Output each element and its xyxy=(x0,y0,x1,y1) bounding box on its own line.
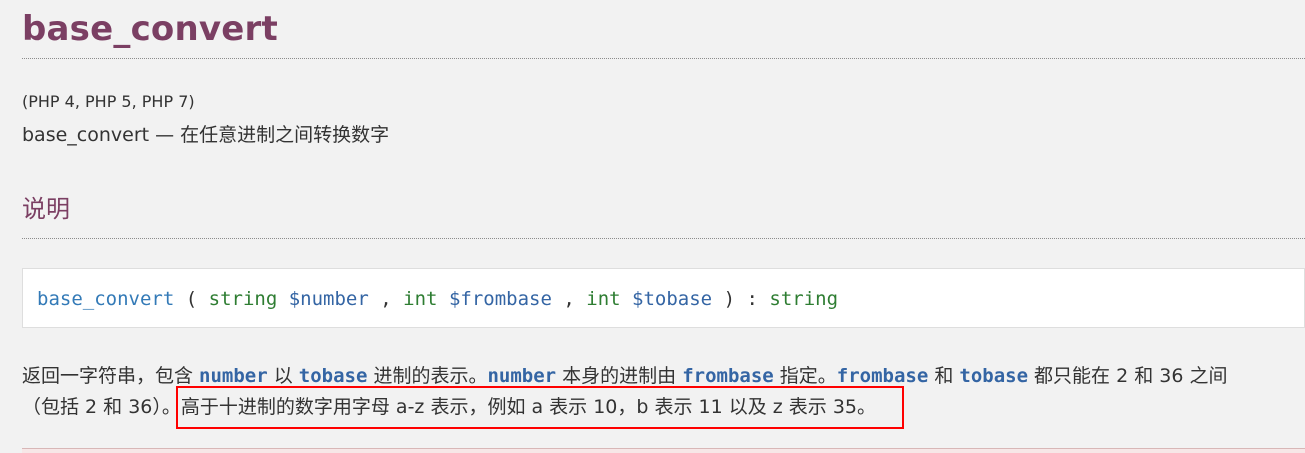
highlighted-description-text: 高于十进制的数字用字母 a-z 表示，例如 a 表示 10，b 表示 11 以及… xyxy=(180,396,877,418)
description-text: 以 xyxy=(267,365,299,387)
param-reference-frombase: frombase xyxy=(682,365,774,387)
section-title-description: 说明 xyxy=(22,195,70,223)
function-name[interactable]: base_convert xyxy=(37,288,174,310)
php-versions: (PHP 4, PHP 5, PHP 7) xyxy=(22,92,195,111)
section-divider xyxy=(22,238,1305,239)
param-reference-frombase: frombase xyxy=(836,365,929,387)
title-divider xyxy=(22,58,1305,59)
page-title: base_convert xyxy=(22,9,278,49)
description-line-2: （包括 2 和 36）。高于十进制的数字用字母 a-z 表示，例如 a 表示 1… xyxy=(22,392,1292,423)
param-reference-tobase: tobase xyxy=(298,365,368,387)
description-text: 和 xyxy=(928,365,960,387)
description-paragraph: 返回一字符串，包含 number 以 tobase 进制的表示。number 本… xyxy=(22,361,1292,423)
description-text: （包括 2 和 36）。 xyxy=(22,396,181,418)
synopsis-line: base_convert ( string $number , int $fro… xyxy=(37,287,838,311)
param-reference-number: number xyxy=(199,365,268,387)
param-number: $number xyxy=(288,288,369,310)
description-text: 本身的进制由 xyxy=(556,365,683,387)
param-type-string[interactable]: string xyxy=(209,288,278,310)
param-type-int[interactable]: int xyxy=(403,288,437,310)
param-tobase: $tobase xyxy=(632,288,713,310)
function-purpose: base_convert — 在任意进制之间转换数字 xyxy=(22,124,390,146)
param-reference-tobase: tobase xyxy=(959,365,1029,387)
description-text: 进制的表示。 xyxy=(367,365,488,387)
param-type-int[interactable]: int xyxy=(586,288,620,310)
close-paren: ) xyxy=(723,288,736,310)
description-text: 都只能在 2 和 36 之间 xyxy=(1028,365,1228,387)
description-line-1: 返回一字符串，包含 number 以 tobase 进制的表示。number 本… xyxy=(22,361,1292,392)
param-frombase: $frombase xyxy=(448,288,552,310)
return-separator: : xyxy=(746,288,758,310)
param-reference-number: number xyxy=(487,365,557,387)
description-text: 返回一字符串，包含 xyxy=(22,365,200,387)
method-synopsis: base_convert ( string $number , int $fro… xyxy=(22,268,1305,328)
description-text: 指定。 xyxy=(773,365,837,387)
comma-separator: , xyxy=(563,288,575,310)
manual-page: base_convert (PHP 4, PHP 5, PHP 7) base_… xyxy=(22,0,1305,453)
comma-separator: , xyxy=(380,288,392,310)
next-section-edge xyxy=(22,448,1305,453)
return-type-string[interactable]: string xyxy=(769,288,838,310)
open-paren: ( xyxy=(185,288,198,310)
